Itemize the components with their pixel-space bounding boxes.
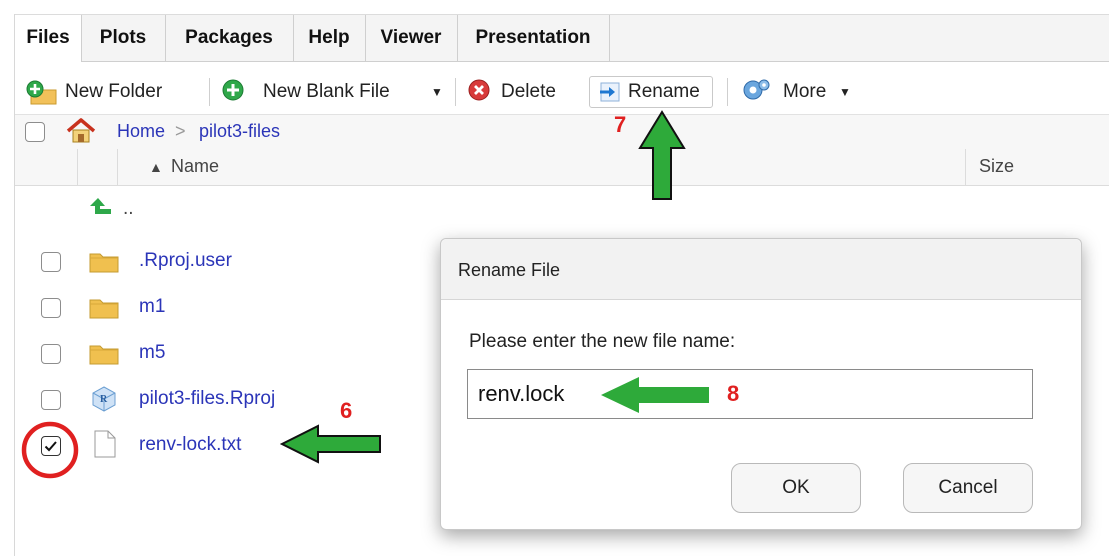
more-label: More <box>783 81 827 102</box>
size-column-label: Size <box>979 156 1015 176</box>
new-blank-file-label: New Blank File <box>263 81 390 102</box>
file-name-link[interactable]: m1 <box>139 296 165 318</box>
name-column-label: Name <box>171 156 220 176</box>
row-checkbox[interactable] <box>41 390 61 410</box>
green-left-arrow-8 <box>601 377 709 413</box>
delete-icon <box>468 79 490 101</box>
size-column-header[interactable]: Size <box>965 149 1109 185</box>
green-up-arrow-7 <box>638 110 686 200</box>
list-item-parent[interactable]: .. <box>15 186 1109 232</box>
file-name-link[interactable]: m5 <box>139 342 165 364</box>
tab-files[interactable]: Files <box>15 15 82 62</box>
rename-label: Rename <box>628 81 700 102</box>
breadcrumb-home-link[interactable]: Home <box>117 121 165 142</box>
step-7-label: 7 <box>614 112 627 137</box>
toolbar-divider <box>209 78 210 106</box>
folder-icon <box>89 253 119 273</box>
name-column-header[interactable]: ▲ Name <box>117 149 966 185</box>
file-name-link[interactable]: renv-lock.txt <box>139 434 241 456</box>
tab-presentation[interactable]: Presentation <box>457 15 610 61</box>
tab-help[interactable]: Help <box>293 15 366 61</box>
svg-text:R: R <box>100 394 108 405</box>
file-name: .. <box>123 198 134 219</box>
new-blank-file-button[interactable]: New Blank File ▼ <box>221 74 447 110</box>
step-8-label: 8 <box>727 381 740 406</box>
folder-icon <box>89 345 119 365</box>
breadcrumb: Home > pilot3-files <box>15 114 1109 150</box>
select-all-checkbox[interactable] <box>25 122 45 142</box>
dialog-titlebar: Rename File <box>441 239 1081 300</box>
toolbar-divider <box>727 78 728 106</box>
dialog-title: Rename File <box>458 260 561 280</box>
new-folder-label: New Folder <box>65 81 163 102</box>
header-icon-column <box>77 149 118 185</box>
dialog-prompt: Please enter the new file name: <box>469 331 736 352</box>
tab-bar: Files Plots Packages Help Viewer Present… <box>15 14 1109 62</box>
new-file-name-input[interactable]: renv.lock <box>467 369 1033 419</box>
ok-button[interactable]: OK <box>731 463 861 513</box>
more-button[interactable]: More ▼ <box>741 74 873 110</box>
gear-icon <box>743 79 770 100</box>
new-folder-button[interactable]: New Folder <box>25 74 201 110</box>
folder-icon <box>89 299 119 319</box>
delete-button[interactable]: Delete <box>467 74 575 110</box>
red-circle-annotation <box>21 421 79 479</box>
breadcrumb-current-folder[interactable]: pilot3-files <box>199 121 280 142</box>
go-up-arrow-icon <box>90 198 111 214</box>
toolbar-divider <box>455 78 456 106</box>
new-folder-icon <box>26 80 57 105</box>
delete-label: Delete <box>501 81 556 102</box>
tab-viewer[interactable]: Viewer <box>365 15 458 61</box>
tab-packages[interactable]: Packages <box>165 15 294 61</box>
home-icon[interactable] <box>65 117 97 145</box>
file-name-link[interactable]: pilot3-files.Rproj <box>139 388 275 410</box>
rename-file-dialog: Rename File Please enter the new file na… <box>440 238 1082 530</box>
row-checkbox[interactable] <box>41 344 61 364</box>
rename-button[interactable]: Rename <box>589 76 713 108</box>
chevron-down-icon: ▼ <box>839 85 851 99</box>
add-circle-icon <box>222 79 244 101</box>
file-list-header: ▲ Name Size <box>15 149 1109 186</box>
step-6-label: 6 <box>340 398 353 423</box>
tab-plots[interactable]: Plots <box>81 15 166 61</box>
row-checkbox[interactable] <box>41 298 61 318</box>
header-checkbox-column <box>15 149 78 185</box>
rename-icon <box>600 82 620 102</box>
chevron-down-icon: ▼ <box>431 85 443 99</box>
green-left-arrow-6 <box>280 424 381 464</box>
rproj-cube-icon: R <box>92 386 116 412</box>
file-name-link[interactable]: .Rproj.user <box>139 250 232 272</box>
cancel-button[interactable]: Cancel <box>903 463 1033 513</box>
files-toolbar: New Folder New Blank File ▼ Delete Renam… <box>15 74 1109 110</box>
breadcrumb-separator: > <box>175 121 186 141</box>
sort-ascending-icon: ▲ <box>149 159 163 175</box>
row-checkbox[interactable] <box>41 252 61 272</box>
file-icon <box>94 430 116 458</box>
